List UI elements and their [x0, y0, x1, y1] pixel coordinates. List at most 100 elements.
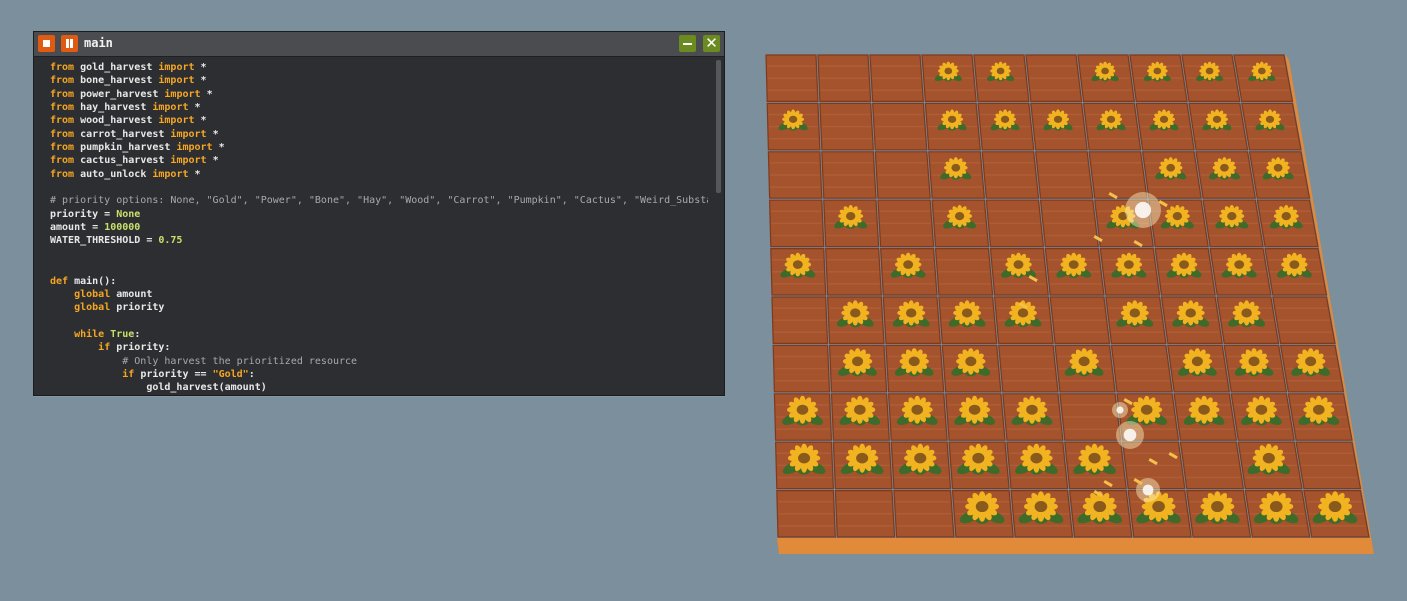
code-token: *	[212, 155, 219, 167]
code-token: global	[74, 302, 117, 314]
code-token: import	[176, 142, 219, 154]
sunflower-center	[1191, 356, 1203, 367]
pause-button[interactable]	[61, 35, 78, 52]
sunflower-center	[1227, 212, 1237, 221]
code-token: from	[50, 168, 81, 180]
sunflower-center	[1313, 404, 1325, 415]
sunflower-center	[968, 404, 981, 415]
code-token: import	[152, 102, 195, 114]
sunflower-center	[1017, 308, 1029, 318]
farm-tile	[1059, 393, 1122, 441]
sunflower-center	[1129, 308, 1141, 318]
code-token: cactus_harvest	[80, 155, 171, 167]
sunflower-center	[852, 356, 864, 367]
sunflower-center	[1273, 163, 1283, 172]
farm-tile	[767, 151, 823, 199]
farm-tile	[981, 151, 1040, 199]
sunflower-center	[1053, 115, 1063, 123]
code-token: carrot_harvest	[80, 128, 171, 140]
code-token: import	[152, 168, 195, 180]
code-line: # priority options: None, "Gold", "Power…	[50, 194, 708, 207]
farm-tile	[985, 199, 1045, 248]
code-line: from wood_harvest import *	[50, 114, 708, 127]
sunflower-center	[1281, 212, 1291, 221]
code-token: *	[212, 128, 219, 140]
code-token: wood_harvest	[80, 115, 159, 127]
sunflower-center	[850, 308, 861, 318]
code-token: 0.75	[158, 235, 183, 247]
code-token: import	[170, 128, 213, 140]
code-line: priority = None	[50, 208, 708, 221]
sunflower-center	[1088, 452, 1101, 464]
sunflower-center	[1068, 260, 1079, 269]
code-token: while	[74, 328, 111, 340]
code-token: from	[50, 142, 81, 154]
sunflower-center	[908, 356, 920, 367]
editor-titlebar[interactable]: main ✕	[34, 32, 724, 57]
code-editor-window[interactable]: main ✕ from gold_harvest import * from bo…	[33, 31, 725, 396]
sunflower-center	[796, 404, 809, 415]
sunflower-center	[788, 115, 798, 123]
code-token: power_harvest	[80, 88, 165, 100]
code-token: from	[50, 102, 81, 114]
code-line: amount = 100000	[50, 221, 708, 234]
farm-tile	[817, 54, 872, 103]
sunflower-center	[1101, 67, 1109, 75]
sunflower-center	[1269, 501, 1283, 513]
sunflower-center	[905, 308, 917, 318]
code-token: main():	[74, 275, 117, 287]
sunflower-center	[975, 501, 989, 513]
farm-tile	[771, 296, 829, 344]
sunflower-center	[1241, 308, 1252, 318]
code-token: from	[50, 128, 81, 140]
sunflower-center	[1159, 115, 1169, 123]
sunflower-center	[1211, 501, 1224, 513]
sunflower-center	[911, 404, 924, 415]
code-line: if priority:	[50, 341, 708, 354]
code-token: *	[218, 142, 225, 154]
code-token: import	[158, 115, 201, 127]
code-token: priority:	[116, 342, 171, 354]
close-button[interactable]: ✕	[703, 35, 720, 52]
farm-tile	[874, 151, 931, 199]
sunflower-center	[1172, 212, 1183, 221]
farm-tile	[998, 344, 1059, 393]
code-token: import	[164, 88, 207, 100]
code-token: if	[98, 342, 117, 354]
editor-scrollbar[interactable]	[716, 60, 721, 193]
sunflower-center	[972, 452, 985, 464]
code-token: from	[50, 62, 81, 73]
sunflower-center	[1026, 404, 1038, 415]
code-text-area[interactable]: from gold_harvest import * from bone_harv…	[50, 61, 708, 393]
sparkle-core	[1134, 201, 1152, 219]
sunflower-center	[961, 308, 973, 318]
code-token: global	[74, 288, 117, 300]
sunflower-center	[1289, 260, 1300, 269]
sunflower-center	[792, 260, 803, 269]
farm-tile	[1039, 199, 1099, 248]
farm-tile	[1088, 151, 1148, 199]
code-line: from auto_unlock import *	[50, 168, 708, 181]
code-token: WATER_THRESHOLD =	[50, 235, 159, 247]
farm-tile	[872, 102, 928, 151]
minimize-button[interactable]	[679, 35, 696, 52]
code-token: auto_unlock	[80, 168, 153, 180]
code-token: from	[50, 155, 81, 167]
sunflower-center	[1179, 260, 1189, 269]
sunflower-center	[1185, 308, 1196, 318]
farm-tile	[772, 344, 831, 393]
sunflower-center	[1152, 501, 1165, 513]
code-line: global amount	[50, 288, 708, 301]
farm-tile	[776, 490, 836, 538]
sunflower-center	[965, 356, 977, 367]
code-token: # priority options: None, "Gold", "Power…	[50, 195, 708, 207]
stop-button[interactable]	[38, 35, 55, 52]
